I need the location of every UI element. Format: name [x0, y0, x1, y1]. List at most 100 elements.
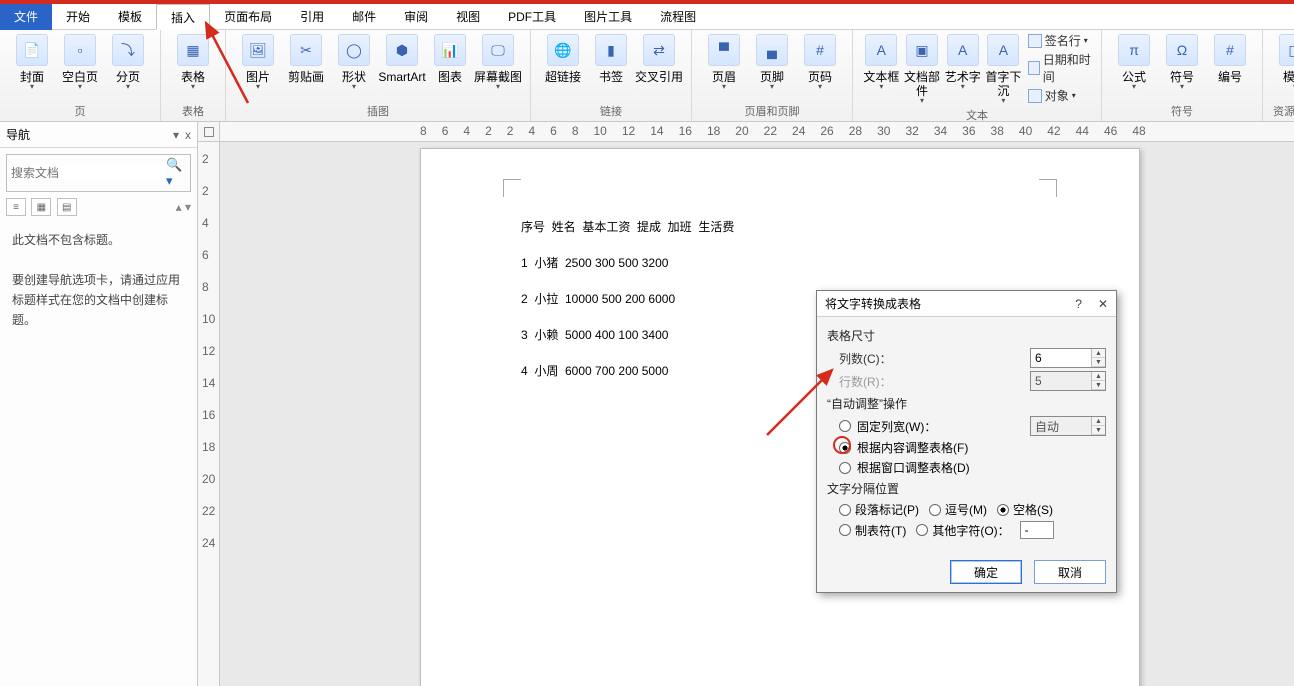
ribbon-template2[interactable]: ◫模板▾	[1271, 32, 1294, 93]
ribbon-footer[interactable]: ▄页脚▾	[748, 32, 796, 93]
ribbon-smartart[interactable]: ⬢SmartArt	[378, 32, 426, 86]
ribbon-textbox[interactable]: A文本框▾	[861, 32, 902, 93]
ribbon-cover[interactable]: 📄封面▾	[8, 32, 56, 93]
nav-dropdown-icon[interactable]: ▾	[173, 128, 179, 142]
margin-mark	[503, 179, 521, 197]
textbox-icon: A	[865, 34, 897, 66]
radio-sep-other[interactable]: 其他字符(O)：	[916, 522, 1009, 539]
radio-sep-comma[interactable]: 逗号(M)	[929, 501, 987, 518]
convert-text-to-table-dialog: 将文字转换成表格 ? ✕ 表格尺寸 列数(C)： ▲▼ 行数(R)： ▲▼ “自…	[816, 290, 1117, 593]
ribbon-clip[interactable]: ✂剪贴画	[282, 32, 330, 86]
ribbon-table[interactable]: ▦表格▾	[169, 32, 217, 93]
ribbon-hyperlink[interactable]: 🌐超链接	[539, 32, 587, 86]
tab-layout[interactable]: 页面布局	[210, 4, 286, 30]
cols-input[interactable]: ▲▼	[1030, 348, 1106, 368]
tab-pdf[interactable]: PDF工具	[494, 4, 570, 30]
ribbon-shape[interactable]: ◯形状▾	[330, 32, 378, 93]
ribbon-header[interactable]: ▀页眉▾	[700, 32, 748, 93]
sep-other-input[interactable]	[1020, 521, 1054, 539]
tab-picture-tools[interactable]: 图片工具	[570, 4, 646, 30]
ribbon-crossref[interactable]: ⇄交叉引用	[635, 32, 683, 86]
template2-icon: ◫	[1279, 34, 1294, 66]
ribbon-symbol[interactable]: Ω符号▾	[1158, 32, 1206, 93]
section-separator: 文字分隔位置	[827, 480, 1106, 497]
ribbon: 📄封面▾▫空白页▾⤵分页▾页▦表格▾表格🖼图片▾✂剪贴画◯形状▾⬢SmartAr…	[0, 30, 1294, 122]
pagenum-icon: #	[804, 34, 836, 66]
chart-icon: 📊	[434, 34, 466, 66]
nav-up-icon[interactable]: ▴	[176, 200, 182, 214]
ribbon-picture[interactable]: 🖼图片▾	[234, 32, 282, 93]
header-icon: ▀	[708, 34, 740, 66]
ribbon-equation[interactable]: π公式▾	[1110, 32, 1158, 93]
cancel-button[interactable]: 取消	[1034, 560, 1106, 584]
nav-view-results[interactable]: ▤	[57, 198, 77, 216]
tab-review[interactable]: 审阅	[390, 4, 442, 30]
radio-fit-content[interactable]: 根据内容调整表格(F)	[839, 439, 1106, 456]
ribbon-sigline[interactable]: 签名行 ▾	[1028, 32, 1093, 49]
ribbon-object[interactable]: 对象 ▾	[1028, 87, 1093, 104]
nav-down-icon[interactable]: ▾	[185, 200, 191, 214]
ribbon-wordart[interactable]: A艺术字▾	[942, 32, 983, 93]
ribbon-dropcap[interactable]: A首字下沉▾	[983, 32, 1024, 107]
ribbon-datetime[interactable]: 日期和时间	[1028, 51, 1093, 85]
sigline-icon	[1028, 34, 1042, 48]
horizontal-ruler[interactable]: 8642246810121416182022242628303234363840…	[220, 122, 1294, 142]
number-icon: #	[1214, 34, 1246, 66]
dialog-close-icon[interactable]: ✕	[1098, 297, 1108, 311]
radio-sep-paragraph[interactable]: 段落标记(P)	[839, 501, 919, 518]
clip-icon: ✂	[290, 34, 322, 66]
tab-mail[interactable]: 邮件	[338, 4, 390, 30]
section-table-size: 表格尺寸	[827, 327, 1106, 344]
tab-start[interactable]: 开始	[52, 4, 104, 30]
bookmark-icon: ▮	[595, 34, 627, 66]
radio-fit-window[interactable]: 根据窗口调整表格(D)	[839, 459, 1106, 476]
smartart-icon: ⬢	[386, 34, 418, 66]
section-autofit: “自动调整”操作	[827, 395, 1106, 412]
symbol-icon: Ω	[1166, 34, 1198, 66]
tab-insert[interactable]: 插入	[156, 4, 210, 30]
tab-template[interactable]: 模板	[104, 4, 156, 30]
ribbon-screenshot[interactable]: 🖵屏幕截图▾	[474, 32, 522, 93]
dialog-help-icon[interactable]: ?	[1075, 297, 1082, 311]
nav-title: 导航	[6, 126, 30, 143]
ruler-corner[interactable]	[198, 122, 220, 142]
ribbon-blank[interactable]: ▫空白页▾	[56, 32, 104, 93]
group-label: 符号	[1171, 103, 1193, 121]
tab-flowchart[interactable]: 流程图	[646, 4, 710, 30]
tab-view[interactable]: 视图	[442, 4, 494, 30]
wordart-icon: A	[947, 34, 979, 66]
cover-icon: 📄	[16, 34, 48, 66]
dialog-title: 将文字转换成表格	[825, 295, 921, 312]
ribbon-pagebreak[interactable]: ⤵分页▾	[104, 32, 152, 93]
nav-body-text2: 要创建导航选项卡，请通过应用标题样式在您的文档中创建标题。	[12, 270, 185, 330]
crossref-icon: ⇄	[643, 34, 675, 66]
equation-icon: π	[1118, 34, 1150, 66]
radio-sep-tab[interactable]: 制表符(T)	[839, 522, 906, 539]
nav-search-input[interactable]	[11, 166, 166, 180]
nav-view-headings[interactable]: ≡	[6, 198, 26, 216]
tab-file[interactable]: 文件	[0, 4, 52, 30]
tab-references[interactable]: 引用	[286, 4, 338, 30]
vertical-ruler[interactable]: 224681012141618202224	[198, 142, 220, 686]
group-label: 资源中心	[1273, 103, 1294, 121]
search-icon[interactable]: 🔍▾	[166, 157, 186, 189]
ok-button[interactable]: 确定	[950, 560, 1022, 584]
rows-input: ▲▼	[1030, 371, 1106, 391]
ribbon-chart[interactable]: 📊图表	[426, 32, 474, 86]
shape-icon: ◯	[338, 34, 370, 66]
margin-mark	[1039, 179, 1057, 197]
docparts-icon: ▣	[906, 34, 938, 66]
nav-view-pages[interactable]: ▦	[31, 198, 51, 216]
fixed-width-input: ▲▼	[1030, 416, 1106, 436]
ribbon-docparts[interactable]: ▣文档部件▾	[902, 32, 943, 107]
ribbon-number[interactable]: #编号	[1206, 32, 1254, 86]
ribbon-bookmark[interactable]: ▮书签	[587, 32, 635, 86]
nav-close-icon[interactable]: x	[185, 128, 191, 142]
nav-search[interactable]: 🔍▾	[6, 154, 191, 192]
datetime-icon	[1028, 61, 1040, 75]
radio-sep-space[interactable]: 空格(S)	[997, 501, 1053, 518]
document-content[interactable]: 序号 姓名 基本工资 提成 加班 生活费1 小猪 2500 300 500 32…	[521, 209, 734, 389]
radio-fixed-width[interactable]: 固定列宽(W)： ▲▼	[839, 416, 1106, 436]
navigation-pane: 导航 ▾ x 🔍▾ ≡ ▦ ▤ ▴ ▾ 此文档不包含标题。 要创建导航选项卡，请…	[0, 122, 198, 686]
ribbon-pagenum[interactable]: #页码▾	[796, 32, 844, 93]
